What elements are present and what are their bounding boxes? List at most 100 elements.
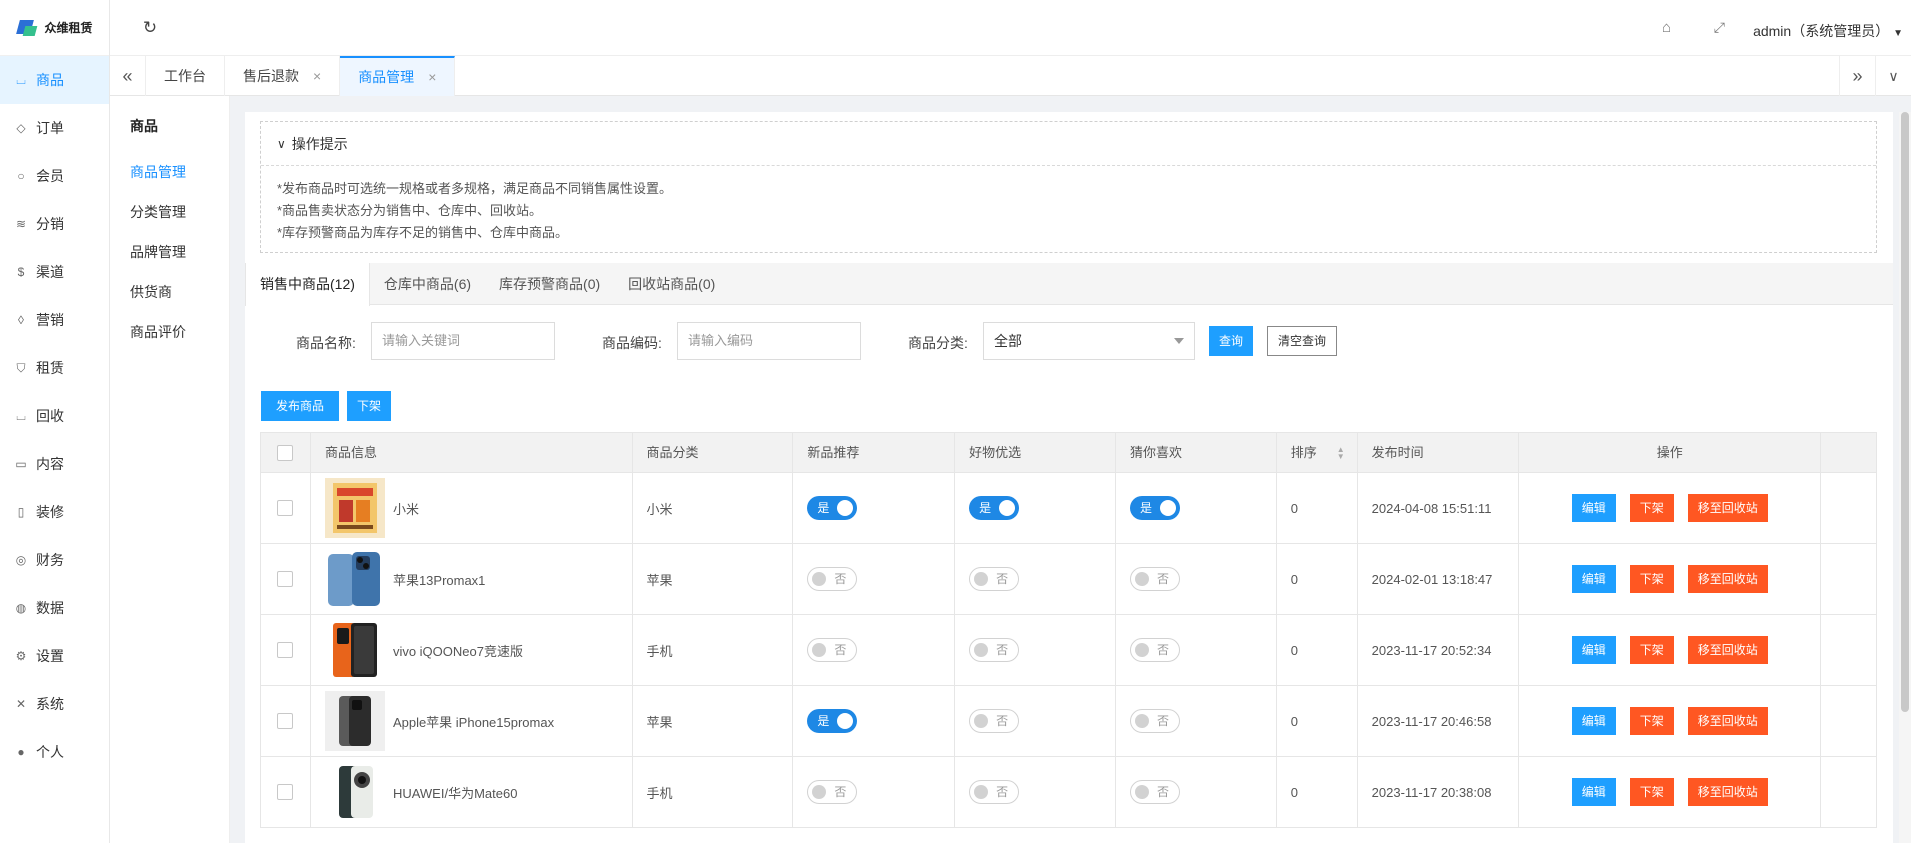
- tab-after-sales[interactable]: 售后退款 ×: [225, 56, 341, 96]
- clear-button[interactable]: 清空查询: [1267, 326, 1337, 356]
- toggle-switch-off[interactable]: 否: [1129, 709, 1180, 733]
- select-all-cell: [261, 433, 311, 472]
- toggle-switch-off[interactable]: 否: [969, 567, 1020, 591]
- search-form: 商品名称: 请输入关键词 商品编码: 请输入编码 商品分类: 全部 查询 清空查…: [245, 322, 1893, 362]
- sidebar-item-decoration[interactable]: ▯ 装修: [0, 488, 109, 536]
- move-to-recycle-button[interactable]: 移至回收站: [1687, 707, 1768, 735]
- sidebar-item-label: 数据: [36, 600, 64, 616]
- table-row: HUAWEI/华为Mate60 手机 否 否 否 0 2023-11-17 20:38:08…: [261, 757, 1876, 828]
- close-icon[interactable]: ×: [428, 57, 436, 97]
- sidebar-item-system[interactable]: ✕ 系统: [0, 680, 109, 728]
- subnav-item-review[interactable]: 商品评价: [110, 312, 229, 352]
- toggle-switch-off[interactable]: 否: [807, 780, 858, 804]
- row-checkbox[interactable]: [277, 784, 294, 800]
- sidebar-item-recycle[interactable]: ⌴ 回收: [0, 392, 109, 440]
- sidebar-item-members[interactable]: ○ 会员: [0, 152, 109, 200]
- scrollbar-thumb[interactable]: [1901, 112, 1909, 712]
- sidebar-item-orders[interactable]: ◇ 订单: [0, 104, 109, 152]
- sidebar-item-lease[interactable]: ⛉ 租赁: [0, 344, 109, 392]
- subnav-item-brand[interactable]: 品牌管理: [110, 232, 229, 272]
- switch-label: 否: [834, 643, 847, 657]
- toggle-switch-off[interactable]: 否: [1129, 780, 1180, 804]
- offshelf-row-button[interactable]: 下架: [1629, 565, 1674, 593]
- fullscreen-icon[interactable]: ⤢: [1714, 19, 1725, 36]
- row-checkbox[interactable]: [277, 642, 294, 658]
- move-to-recycle-button[interactable]: 移至回收站: [1687, 778, 1768, 806]
- tips-header[interactable]: ∨ 操作提示: [261, 122, 1876, 166]
- refresh-icon[interactable]: ↻: [140, 18, 160, 38]
- sidebar-item-finance[interactable]: ◎ 财务: [0, 536, 109, 584]
- chevron-down-icon[interactable]: ∨: [1875, 56, 1911, 96]
- sidebar-item-marketing[interactable]: ◊ 营销: [0, 296, 109, 344]
- tab-workbench[interactable]: 工作台: [146, 56, 225, 96]
- sidebar-item-channels[interactable]: $ 渠道: [0, 248, 109, 296]
- edit-button[interactable]: 编辑: [1571, 494, 1616, 522]
- code-input[interactable]: 请输入编码: [677, 322, 861, 360]
- toggle-switch-off[interactable]: 否: [1129, 567, 1180, 591]
- query-button[interactable]: 查询: [1209, 326, 1253, 356]
- goods-thumbnail: [324, 762, 385, 822]
- select-all-checkbox[interactable]: [277, 444, 294, 461]
- tab-stock-warning[interactable]: 库存预警商品(0): [485, 263, 614, 305]
- offshelf-row-button[interactable]: 下架: [1629, 707, 1674, 735]
- gear-icon: ⚙: [15, 649, 27, 663]
- subnav-item-supplier[interactable]: 供货商: [110, 272, 229, 312]
- switch-knob: [812, 643, 827, 657]
- row-spacer: [1821, 473, 1876, 543]
- sidebar-item-goods[interactable]: ⌴ 商品: [0, 56, 109, 104]
- tag-icon[interactable]: ⌂: [1662, 19, 1671, 36]
- edit-button[interactable]: 编辑: [1571, 565, 1616, 593]
- tab-warehouse[interactable]: 仓库中商品(6): [370, 263, 485, 305]
- th-category: 商品分类: [633, 433, 794, 472]
- offshelf-row-button[interactable]: 下架: [1629, 636, 1674, 664]
- toggle-switch-on[interactable]: 是: [969, 496, 1020, 520]
- move-to-recycle-button[interactable]: 移至回收站: [1687, 636, 1768, 664]
- offshelf-row-button[interactable]: 下架: [1629, 778, 1674, 806]
- category-select[interactable]: 全部: [983, 322, 1195, 360]
- sidebar-item-distribution[interactable]: ≋ 分销: [0, 200, 109, 248]
- move-to-recycle-button[interactable]: 移至回收站: [1687, 494, 1768, 522]
- sidebar-item-data[interactable]: ◍ 数据: [0, 584, 109, 632]
- toggle-switch-off[interactable]: 否: [807, 638, 858, 662]
- subnav-item-goods[interactable]: 商品管理: [110, 152, 229, 192]
- offshelf-button[interactable]: 下架: [347, 391, 391, 421]
- toggle-switch-off[interactable]: 否: [969, 780, 1020, 804]
- switch-label: 否: [834, 785, 847, 799]
- toggle-switch-off[interactable]: 否: [807, 567, 858, 591]
- goods-category: 手机: [633, 757, 794, 827]
- edit-button[interactable]: 编辑: [1571, 636, 1616, 664]
- toggle-switch-off[interactable]: 否: [969, 638, 1020, 662]
- you-may-like-cell: 是: [1116, 473, 1277, 543]
- toggle-switch-off[interactable]: 否: [969, 709, 1020, 733]
- sidebar-item-personal[interactable]: ● 个人: [0, 728, 109, 776]
- th-sort[interactable]: 排序 ▲ ▼: [1277, 433, 1358, 472]
- move-to-recycle-button[interactable]: 移至回收站: [1687, 565, 1768, 593]
- row-checkbox[interactable]: [277, 713, 294, 729]
- offshelf-row-button[interactable]: 下架: [1629, 494, 1674, 522]
- edit-button[interactable]: 编辑: [1571, 778, 1616, 806]
- close-icon[interactable]: ×: [313, 56, 321, 96]
- toggle-switch-off[interactable]: 否: [1129, 638, 1180, 662]
- publish-button[interactable]: 发布商品: [261, 391, 339, 421]
- sort-icon[interactable]: ▲ ▼: [1337, 446, 1345, 461]
- sidebar-item-content[interactable]: ▭ 内容: [0, 440, 109, 488]
- user-menu[interactable]: admin（系统管理员） ▼: [1753, 21, 1903, 41]
- tabs-next-icon[interactable]: »: [1839, 56, 1875, 96]
- tab-recycle-bin[interactable]: 回收站商品(0): [614, 263, 729, 305]
- tab-on-sale[interactable]: 销售中商品(12): [245, 263, 370, 306]
- sidebar-item-settings[interactable]: ⚙ 设置: [0, 632, 109, 680]
- tab-goods-management[interactable]: 商品管理 ×: [340, 56, 456, 97]
- toggle-switch-on[interactable]: 是: [807, 709, 858, 733]
- toggle-switch-on[interactable]: 是: [1129, 496, 1180, 520]
- switch-label: 是: [979, 501, 992, 515]
- row-checkbox[interactable]: [277, 500, 294, 516]
- toggle-switch-on[interactable]: 是: [807, 496, 858, 520]
- logo[interactable]: 众维租赁: [0, 0, 109, 56]
- edit-button[interactable]: 编辑: [1571, 707, 1616, 735]
- name-input[interactable]: 请输入关键词: [371, 322, 555, 360]
- row-checkbox[interactable]: [277, 571, 294, 587]
- switch-label: 否: [996, 714, 1009, 728]
- subnav-item-category[interactable]: 分类管理: [110, 192, 229, 232]
- tabs-prev-icon[interactable]: «: [110, 56, 146, 96]
- good-choice-cell: 否: [955, 544, 1116, 614]
